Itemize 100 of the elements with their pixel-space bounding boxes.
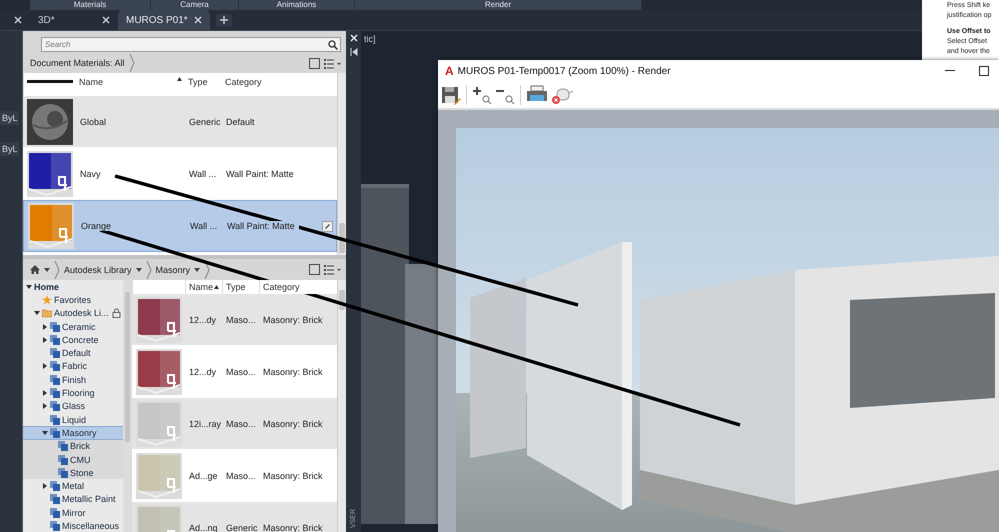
pin-icon [350, 48, 358, 56]
table-cell-text: Navy [79, 168, 102, 178]
tree-item[interactable]: Masonry [23, 426, 123, 440]
material-row[interactable]: 12...dy Maso... Masonry: Brick [132, 294, 337, 346]
close-icon [194, 16, 202, 24]
tree-item[interactable]: Finish [23, 373, 123, 386]
material-library-icon [50, 401, 60, 412]
table-cell-text: Wall Paint: Matte [225, 168, 295, 178]
expand-arrow-icon[interactable] [42, 403, 48, 410]
scrollbar[interactable] [337, 73, 346, 255]
material-library-icon [58, 441, 68, 452]
tree-item[interactable]: Flooring [23, 386, 123, 400]
panel-view-button[interactable] [309, 264, 320, 275]
pin-button[interactable] [350, 48, 358, 56]
tree-item[interactable]: Brick [23, 440, 123, 453]
material-library-icon [58, 454, 68, 464]
material-library-icon [58, 468, 68, 478]
table-cell-text: 12...dy [188, 366, 218, 376]
tree-item[interactable]: Favorites [23, 293, 123, 307]
search-field[interactable]: Search [41, 37, 341, 52]
tree-item[interactable]: Autodesk Li... [23, 306, 123, 320]
tree-item[interactable]: Home [23, 280, 123, 294]
material-row[interactable]: 12i...ray Maso... Masonry: Brick [132, 398, 337, 450]
new-tab-button[interactable] [216, 14, 232, 26]
material-row[interactable]: Ad...nq Generic Masonry: Brick [132, 502, 337, 532]
expand-arrow-icon[interactable] [42, 363, 48, 370]
material-library-icon [50, 508, 60, 518]
panel-view-button[interactable] [309, 58, 320, 68]
window-title: MUROS P01-Temp0017 (Zoom 100%) - Render [458, 66, 671, 76]
close-button[interactable] [350, 34, 358, 42]
tree-item[interactable]: Miscellaneous [23, 519, 123, 532]
tree-item[interactable]: Liquid [23, 412, 123, 426]
material-thumbnail [26, 98, 72, 144]
column-header[interactable]: Name [185, 280, 222, 294]
home-icon [30, 265, 40, 274]
material-library-icon [50, 334, 60, 345]
tree-item[interactable]: Mirror [23, 506, 123, 520]
material-library-icon [50, 374, 60, 385]
tree-item[interactable]: Ceramic [23, 320, 123, 334]
breadcrumb-item[interactable]: Masonry [156, 264, 200, 274]
close-icon [102, 16, 110, 24]
material-library-icon [50, 428, 60, 438]
table-cell-text: Maso... [225, 366, 257, 376]
list-view-button[interactable] [324, 264, 342, 275]
search-icon [328, 40, 338, 50]
section-title: Document Materials: All [30, 58, 125, 68]
scrollbar[interactable] [123, 280, 132, 532]
collapse-arrow-icon[interactable] [42, 430, 48, 436]
caret-icon [136, 268, 142, 272]
material-row[interactable]: 12...dy Maso... Masonry: Brick [132, 346, 337, 398]
edit-button[interactable] [322, 220, 333, 232]
collapse-arrow-icon[interactable] [34, 310, 40, 316]
table-cell-text: Wall ... [188, 168, 218, 178]
table-cell-text: Ad...ge [188, 470, 219, 480]
property-value: ByL [0, 142, 19, 156]
tree-item[interactable]: Glass [23, 400, 123, 413]
list-view-button[interactable] [324, 58, 342, 68]
tree-item[interactable]: Default [23, 346, 123, 360]
star-icon [42, 294, 52, 305]
material-library-icon [50, 361, 60, 372]
tree-item[interactable]: Concrete [23, 333, 123, 346]
caret-icon [44, 268, 50, 272]
zoom-in-button[interactable] [472, 85, 492, 105]
tree-item[interactable]: Metallic Paint [23, 492, 123, 506]
plus-icon [220, 16, 228, 24]
table-cell-text: Masonry: Brick [262, 470, 324, 480]
ribbon-panel-title[interactable]: Animations [239, 0, 355, 10]
save-icon [441, 85, 461, 105]
tree-item[interactable]: CMU [23, 452, 123, 466]
list-view-icon [324, 264, 342, 275]
panel-icon [309, 264, 320, 275]
save-button[interactable] [441, 85, 461, 105]
material-library-icon [50, 494, 60, 504]
file-tab[interactable]: 3D* [30, 10, 118, 30]
material-library-icon [50, 348, 60, 358]
expand-arrow-icon[interactable] [42, 483, 48, 490]
collapse-arrow-icon[interactable] [26, 284, 32, 290]
file-tab[interactable]: MUROS P01* [118, 10, 210, 30]
table-cell-text: Maso... [225, 470, 257, 480]
tree-item[interactable]: Metal [23, 479, 123, 493]
expand-arrow-icon[interactable] [42, 324, 48, 330]
close-icon [14, 16, 22, 24]
ribbon-panel-title[interactable]: Camera [151, 0, 239, 10]
breadcrumb-item[interactable]: Autodesk Library [64, 264, 142, 274]
expand-arrow-icon[interactable] [42, 390, 48, 396]
ribbon-panel-title[interactable]: Render [355, 0, 642, 10]
ribbon-panel-title[interactable]: Materials [30, 0, 151, 10]
tree-item[interactable]: Fabric [23, 360, 123, 374]
tree-item[interactable]: Stone [23, 466, 123, 480]
material-row[interactable]: Orange Wall ... Wall Paint: Matte [23, 200, 337, 252]
close-icon [350, 34, 358, 42]
material-row[interactable]: Ad...ge Maso... Masonry: Brick [132, 450, 337, 502]
scrollbar[interactable] [337, 280, 346, 532]
folder-icon [42, 308, 52, 318]
home-button[interactable] [30, 265, 50, 274]
material-row[interactable]: Global Generic Default [23, 96, 337, 148]
pencil-icon [324, 222, 331, 230]
column-header[interactable]: Type [222, 280, 259, 294]
expand-arrow-icon[interactable] [42, 336, 48, 343]
material-library-icon [50, 520, 60, 531]
